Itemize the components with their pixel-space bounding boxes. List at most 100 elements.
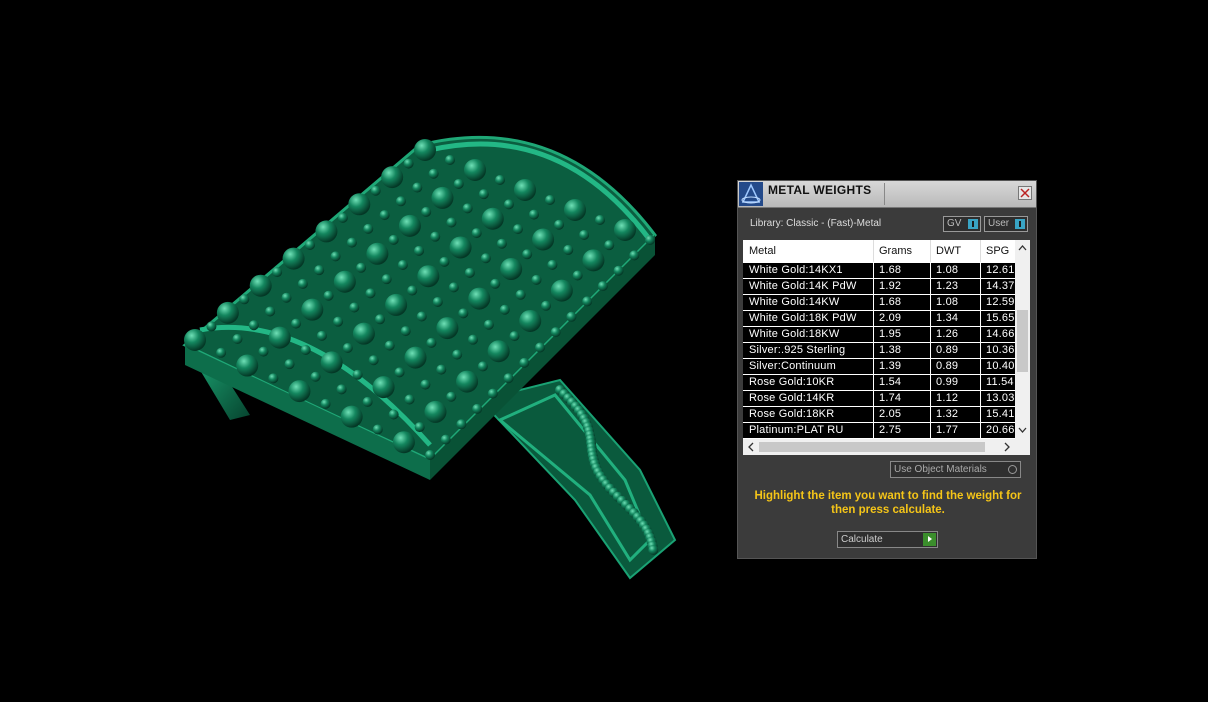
scroll-corner	[1015, 439, 1030, 455]
ring-bead	[268, 373, 279, 384]
table-cell-dwt: 0.89	[936, 344, 959, 356]
ring-bead	[320, 351, 343, 374]
ring-bead	[487, 388, 498, 399]
table-row[interactable]: White Gold:18KW 1.95 1.26 14.66	[743, 326, 1015, 342]
scroll-left-icon[interactable]	[744, 440, 758, 454]
ring-bead	[499, 304, 510, 315]
ring-bead	[428, 168, 439, 179]
ring-bead	[487, 340, 510, 363]
ring-bead	[281, 292, 292, 303]
ring-bead	[431, 186, 454, 209]
ring-bead	[414, 139, 436, 161]
ring-bead	[404, 346, 427, 369]
ring-bead	[512, 224, 523, 235]
panel-titlebar[interactable]: METAL WEIGHTS	[738, 181, 1036, 208]
ring-bead	[333, 270, 356, 293]
ring-bead	[503, 373, 514, 384]
ring-bead	[366, 242, 389, 265]
table-cell-spg: 10.40	[986, 360, 1015, 372]
library-label: Library: Classic - (Fast)-Metal	[750, 218, 882, 229]
ring-bead	[421, 206, 432, 217]
ring-bead	[368, 355, 379, 366]
ring-bead	[348, 193, 371, 216]
table-row[interactable]: Rose Gold:14KR 1.74 1.12 13.03	[743, 390, 1015, 406]
play-icon	[923, 533, 936, 546]
close-button[interactable]	[1018, 186, 1032, 200]
table-cell-spg: 20.66	[986, 424, 1015, 436]
table-row[interactable]: White Gold:14KW 1.68 1.08 12.59	[743, 294, 1015, 310]
ring-bead	[425, 450, 435, 460]
ring-bead	[323, 290, 334, 301]
gv-toggle[interactable]: GV	[943, 216, 981, 232]
scroll-right-icon[interactable]	[1000, 440, 1014, 454]
scroll-down-icon[interactable]	[1015, 422, 1030, 437]
3d-viewport[interactable]	[0, 0, 720, 702]
ring-bead	[448, 282, 459, 293]
ring-model	[182, 135, 677, 580]
user-toggle[interactable]: User	[984, 216, 1028, 232]
radio-icon[interactable]	[1008, 465, 1017, 474]
user-toggle-label: User	[988, 218, 1010, 229]
column-header-dwt[interactable]: DWT	[930, 240, 980, 262]
ring-bead	[436, 364, 447, 375]
table-cell-dwt: 0.89	[936, 360, 959, 372]
column-header-spg[interactable]: SPG	[980, 240, 1015, 262]
ring-bead	[333, 316, 344, 327]
app-logo-icon	[739, 182, 763, 206]
metal-table[interactable]: Metal Grams DWT SPG White Gold:14KX1 1.68…	[743, 240, 1030, 455]
ring-bead	[301, 298, 324, 321]
title-divider	[884, 183, 885, 205]
ring-bead	[381, 274, 392, 285]
use-object-materials-label: Use Object Materials	[894, 464, 987, 475]
ring-bead	[481, 207, 504, 230]
ring-bead	[297, 278, 308, 289]
scroll-up-icon[interactable]	[1015, 241, 1030, 256]
ring-bead	[439, 256, 450, 267]
table-row[interactable]: White Gold:18K PdW 2.09 1.34 15.65	[743, 310, 1015, 326]
ring-bead	[464, 159, 486, 181]
ring-bead	[314, 265, 325, 276]
ring-bead	[478, 189, 489, 200]
ring-bead	[535, 342, 545, 353]
table-row[interactable]: Rose Gold:10KR 1.54 0.99 11.54	[743, 374, 1015, 390]
table-row[interactable]: White Gold:14K PdW 1.92 1.23 14.37	[743, 278, 1015, 294]
ring-bead	[337, 212, 348, 223]
table-cell-metal: White Gold:14K PdW	[749, 280, 857, 292]
ring-bead	[282, 247, 305, 270]
table-cell-spg: 10.36	[986, 344, 1015, 356]
ring-bead	[604, 240, 615, 251]
ring-bead	[356, 262, 367, 273]
calculate-button[interactable]: Calculate	[837, 531, 938, 548]
scroll-thumb[interactable]	[1017, 310, 1028, 372]
close-icon	[1020, 188, 1030, 198]
column-header-metal[interactable]: Metal	[743, 240, 873, 262]
ring-bead	[416, 311, 427, 322]
ring-bead	[550, 327, 561, 338]
ring-bead	[305, 240, 315, 250]
ring-bead	[456, 370, 479, 393]
ring-bead	[430, 231, 441, 242]
horizontal-scrollbar[interactable]	[743, 439, 1015, 455]
table-cell-dwt: 0.99	[936, 376, 959, 388]
table-cell-metal: Rose Gold:14KR	[749, 392, 835, 404]
ring-bead	[272, 267, 283, 278]
ring-bead	[385, 293, 408, 316]
table-row[interactable]: Silver:.925 Sterling 1.38 0.89 10.36	[743, 342, 1015, 358]
column-header-grams[interactable]: Grams	[873, 240, 930, 262]
scroll-thumb[interactable]	[759, 442, 985, 452]
ring-bead	[330, 251, 341, 262]
use-object-materials-toggle[interactable]: Use Object Materials	[890, 461, 1021, 478]
ring-bead	[407, 285, 418, 296]
vertical-scrollbar[interactable]	[1015, 240, 1030, 439]
table-row[interactable]: White Gold:14KX1 1.68 1.08 12.61	[743, 262, 1015, 278]
table-row[interactable]: Silver:Continuum 1.39 0.89 10.40	[743, 358, 1015, 374]
table-row[interactable]: Platinum:PLAT RU 2.75 1.77 20.66	[743, 422, 1015, 438]
table-cell-grams: 1.74	[879, 392, 902, 404]
ring-bead	[414, 245, 425, 256]
table-row[interactable]: Rose Gold:18KR 2.05 1.32 15.41	[743, 406, 1015, 422]
table-cell-grams: 1.38	[879, 344, 902, 356]
ring-bead	[384, 340, 395, 351]
ring-bead	[424, 400, 447, 423]
ring-bead	[239, 294, 250, 305]
ring-bead	[500, 258, 523, 281]
